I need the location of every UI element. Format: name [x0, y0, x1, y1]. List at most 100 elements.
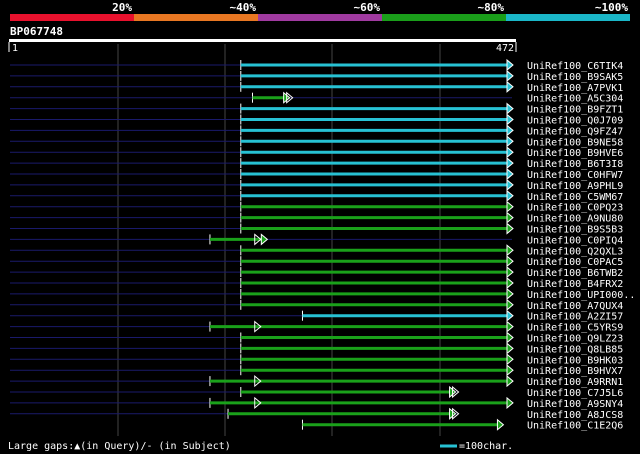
- hit-label[interactable]: UniRef100_B6T3I8: [527, 159, 623, 170]
- scale-segment: [10, 14, 134, 21]
- hit-label[interactable]: UniRef100_C0HFW7: [527, 170, 623, 181]
- scale-legend-text: =100char.: [459, 441, 513, 452]
- scale-segment: [382, 14, 506, 21]
- hit-label[interactable]: UniRef100_A8JCS8: [527, 410, 623, 421]
- hit-row[interactable]: UniRef100_C5WM67: [10, 189, 623, 203]
- hit-end-arrow: [506, 102, 514, 115]
- hit-label[interactable]: UniRef100_C6TIK4: [527, 61, 623, 72]
- hit-row[interactable]: UniRef100_C7J5L6: [10, 385, 623, 399]
- hit-row[interactable]: UniRef100_Q9FZ47: [10, 124, 623, 137]
- hit-end-arrow: [506, 266, 514, 279]
- query-end-label: 472: [496, 43, 514, 54]
- scale-label: ~40%: [230, 1, 257, 14]
- identity-scale-labels: 20% ~40% ~60% ~80% ~100%: [112, 1, 628, 14]
- hit-label[interactable]: UniRef100_Q2QXL3: [527, 246, 623, 257]
- hit-row[interactable]: UniRef100_C0HFW7: [10, 167, 623, 181]
- hit-label[interactable]: UniRef100_A9PHL9: [527, 181, 623, 192]
- hit-label[interactable]: UniRef100_A9NU80: [527, 214, 623, 225]
- hit-row[interactable]: UniRef100_B9FZT1: [10, 102, 623, 116]
- hit-end-arrow: [506, 80, 514, 93]
- hit-end-arrow: [506, 331, 514, 344]
- hit-row[interactable]: UniRef100_C0PIQ4: [10, 233, 623, 246]
- hit-row[interactable]: UniRef100_A9SNY4: [10, 396, 623, 410]
- hit-row[interactable]: UniRef100_A7PVK1: [10, 80, 623, 94]
- hit-end-arrow: [506, 364, 514, 377]
- hit-end-arrow: [506, 298, 514, 311]
- hit-end-arrow: [506, 353, 514, 366]
- hit-label[interactable]: UniRef100_B9SAK5: [527, 72, 623, 83]
- hit-row[interactable]: UniRef100_A9NU80: [10, 211, 623, 225]
- hit-row[interactable]: UniRef100_B9NE58: [10, 135, 623, 148]
- hit-row[interactable]: UniRef100_B9HVX7: [10, 364, 623, 377]
- hit-row[interactable]: UniRef100_UPI000..: [10, 287, 635, 301]
- hit-label[interactable]: UniRef100_A7PVK1: [527, 83, 623, 94]
- hit-label[interactable]: UniRef100_B9FZT1: [527, 105, 623, 116]
- scale-label: ~80%: [478, 1, 505, 14]
- hit-label[interactable]: UniRef100_B9S5B3: [527, 225, 623, 236]
- hit-row[interactable]: UniRef100_B6T3I8: [10, 157, 623, 170]
- hit-label[interactable]: UniRef100_A7QUX4: [527, 301, 623, 312]
- hit-row[interactable]: UniRef100_C6TIK4: [10, 58, 623, 72]
- grid-lines: [117, 44, 441, 436]
- hit-row[interactable]: UniRef100_B9SAK5: [10, 69, 623, 83]
- hit-label[interactable]: UniRef100_Q0J709: [527, 116, 623, 127]
- hit-label[interactable]: UniRef100_B9HK03: [527, 355, 623, 366]
- alignment-overview: 20% ~40% ~60% ~80% ~100% BP067748 1 472 UniR…: [8, 1, 635, 452]
- hit-end-arrow: [506, 396, 514, 409]
- scale-label: ~100%: [595, 1, 628, 14]
- hit-row[interactable]: UniRef100_B9HK03: [10, 353, 623, 366]
- hit-row[interactable]: UniRef100_Q8LB85: [10, 342, 623, 355]
- hit-label[interactable]: UniRef100_C0PQ23: [527, 203, 623, 214]
- hit-row[interactable]: UniRef100_Q2QXL3: [10, 244, 623, 257]
- hit-label[interactable]: UniRef100_B4FRX2: [527, 279, 623, 290]
- hit-end-arrow: [506, 113, 514, 126]
- hit-row[interactable]: UniRef100_C5YRS9: [10, 320, 623, 334]
- hit-end-arrow: [506, 276, 514, 290]
- identity-scale-bar: [10, 14, 630, 21]
- hit-end-arrow: [506, 124, 514, 137]
- hit-end-arrow: [506, 146, 514, 159]
- hit-end-arrow: [506, 320, 514, 333]
- hit-row[interactable]: UniRef100_B9S5B3: [10, 222, 623, 236]
- hit-row[interactable]: UniRef100_B4FRX2: [10, 276, 623, 290]
- hit-rows: UniRef100_C6TIK4UniRef100_B9SAK5UniRef10…: [10, 58, 635, 432]
- scale-segment: [506, 14, 630, 21]
- hit-label[interactable]: UniRef100_A9SNY4: [527, 399, 623, 410]
- hit-row[interactable]: UniRef100_B9HVE6: [10, 146, 623, 159]
- hit-label[interactable]: UniRef100_C7J5L6: [527, 388, 623, 399]
- hit-label[interactable]: UniRef100_A5C304: [527, 94, 623, 105]
- hit-label[interactable]: UniRef100_C5WM67: [527, 192, 623, 203]
- hit-row[interactable]: UniRef100_A7QUX4: [10, 298, 623, 312]
- query-bar: [9, 39, 516, 42]
- hit-row[interactable]: UniRef100_A2ZI57: [10, 309, 623, 323]
- hit-row[interactable]: UniRef100_Q0J709: [10, 113, 623, 127]
- hit-row[interactable]: UniRef100_C1E2Q6: [301, 418, 623, 432]
- hit-label[interactable]: UniRef100_A2ZI57: [527, 312, 623, 323]
- hit-end-arrow: [506, 255, 514, 268]
- hit-row[interactable]: UniRef100_C0PAC5: [10, 255, 623, 268]
- hit-label[interactable]: UniRef100_Q8LB85: [527, 344, 623, 355]
- hit-label[interactable]: UniRef100_B9HVX7: [527, 366, 623, 377]
- hit-label[interactable]: UniRef100_B9NE58: [527, 137, 623, 148]
- hit-label[interactable]: UniRef100_A9RRN1: [527, 377, 623, 388]
- hit-row[interactable]: UniRef100_A8JCS8: [10, 407, 623, 421]
- hit-row[interactable]: UniRef100_A9RRN1: [10, 375, 623, 388]
- hit-label[interactable]: UniRef100_C0PAC5: [527, 257, 623, 268]
- hit-row[interactable]: UniRef100_C0PQ23: [10, 200, 623, 214]
- hit-label[interactable]: UniRef100_UPI000..: [527, 290, 635, 301]
- hit-label[interactable]: UniRef100_C1E2Q6: [527, 421, 623, 432]
- hit-label[interactable]: UniRef100_Q9LZ23: [527, 334, 623, 345]
- scale-label: 20%: [112, 1, 132, 14]
- hit-row[interactable]: UniRef100_Q9LZ23: [10, 331, 623, 345]
- hit-label[interactable]: UniRef100_B9HVE6: [527, 148, 623, 159]
- hit-end-arrow: [506, 244, 514, 257]
- hit-label[interactable]: UniRef100_B6TWB2: [527, 268, 623, 279]
- hit-row[interactable]: UniRef100_A5C304: [10, 91, 623, 105]
- hit-row[interactable]: UniRef100_A9PHL9: [10, 178, 623, 192]
- hit-row[interactable]: UniRef100_B6TWB2: [10, 266, 623, 279]
- hit-end-arrow: [506, 189, 514, 202]
- hit-end-arrow: [506, 309, 514, 322]
- hit-label[interactable]: UniRef100_C0PIQ4: [527, 235, 623, 246]
- hit-label[interactable]: UniRef100_C5YRS9: [527, 323, 623, 334]
- hit-label[interactable]: UniRef100_Q9FZ47: [527, 126, 623, 137]
